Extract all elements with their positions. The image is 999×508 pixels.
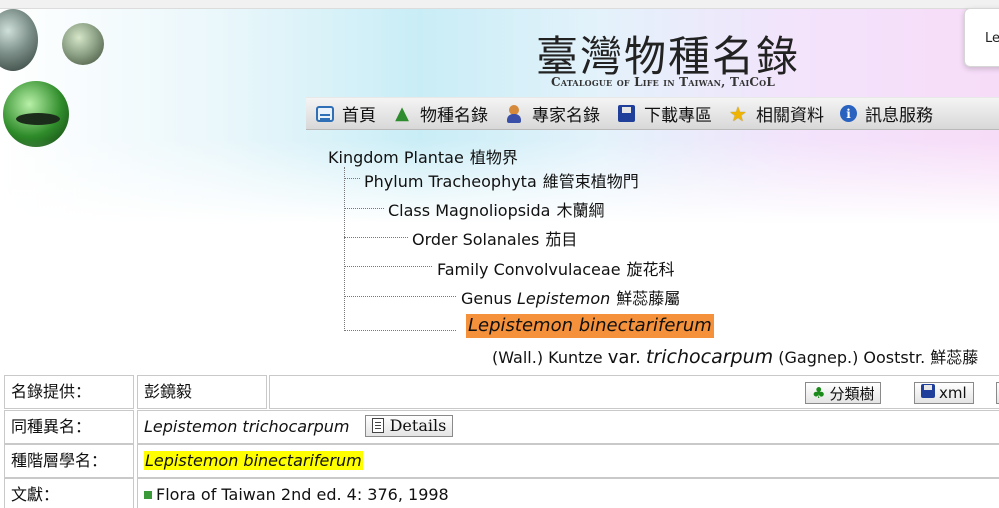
info-icon: i xyxy=(840,105,857,122)
nav-item-label: 相關資料 xyxy=(756,106,824,126)
nav-item-label: 訊息服務 xyxy=(865,106,933,126)
floppy-icon xyxy=(921,384,935,398)
nav-item-species[interactable]: ▲ 物種名錄 xyxy=(392,101,488,126)
tree-icon: ▲ xyxy=(395,102,409,124)
synonym-cell: Lepistemon trichocarpum Details xyxy=(137,410,999,444)
infraspecific-cell: Lepistemon binectariferum xyxy=(137,444,999,478)
taxon-name: Plantae xyxy=(403,148,464,167)
tree-node-kingdom[interactable]: Kingdom Plantae 植物界 xyxy=(328,144,518,168)
nav-item-info[interactable]: i 訊息服務 xyxy=(840,101,933,126)
literature-reference[interactable]: Flora of Taiwan 2nd ed. 4: 376, 1998 xyxy=(156,485,449,504)
classification-tree-button[interactable]: ♣ 分類樹 xyxy=(805,382,882,404)
star-icon: ★ xyxy=(729,101,747,126)
rank-label: Order xyxy=(412,230,458,249)
synonym-name[interactable]: Lepistemon trichocarpum xyxy=(144,417,350,436)
globe-image xyxy=(62,23,104,65)
nav-item-experts[interactable]: 專家名錄 xyxy=(504,101,600,126)
floppy-icon-wrap xyxy=(616,104,636,124)
taxon-zh: 維管束植物門 xyxy=(542,172,639,191)
variety-marker: var. xyxy=(607,347,641,368)
tree-connector xyxy=(344,237,408,238)
person-icon xyxy=(506,104,522,123)
floppy-icon xyxy=(617,105,635,122)
taxon-name: Magnoliopsida xyxy=(435,201,551,220)
main-nav: 首頁 ▲ 物種名錄 專家名錄 下載專區 ★ 相關資料 i 訊息服務 xyxy=(306,97,999,130)
rank-label: Class xyxy=(388,201,431,220)
table-row: 名錄提供： 彭鏡毅 ♣ 分類樹 xml xyxy=(4,375,999,409)
browser-tab-strip xyxy=(0,0,999,9)
literature-cell: Flora of Taiwan 2nd ed. 4: 376, 1998 xyxy=(137,478,999,508)
nav-item-related[interactable]: ★ 相關資料 xyxy=(728,101,824,127)
table-row: 同種異名： Lepistemon trichocarpum Details xyxy=(4,410,999,444)
globe-image xyxy=(0,9,38,71)
home-icon xyxy=(316,105,334,122)
tree-connector xyxy=(344,296,456,297)
button-label: xml xyxy=(939,384,967,402)
tree-node-genus[interactable]: Genus Lepistemon 鮮蕊藤屬 xyxy=(461,285,680,309)
nav-item-label: 專家名錄 xyxy=(532,106,600,126)
table-row: 種階層學名： Lepistemon binectariferum xyxy=(4,444,999,478)
app-root: 臺灣物種名錄 Catalogue of Life in Taiwan, TaiC… xyxy=(0,0,999,508)
browser-popup[interactable]: Le xyxy=(964,8,999,67)
variety-zh: 鮮蕊藤 xyxy=(930,348,979,367)
taxon-zh: 旋花科 xyxy=(626,260,675,279)
rank-label: Family xyxy=(437,260,489,279)
species-author: (Wall.) Kuntze xyxy=(492,348,603,367)
taxon-zh: 鮮蕊藤屬 xyxy=(616,289,681,308)
provider-label: 名錄提供： xyxy=(4,375,134,409)
infraspecific-name: Lepistemon binectariferum xyxy=(144,451,363,470)
taxon-name: Lepistemon xyxy=(516,289,611,308)
rank-label: Kingdom xyxy=(328,148,399,167)
taxon-zh: 茄目 xyxy=(545,230,578,249)
tree-node-phylum[interactable]: Phylum Tracheophyta 維管束植物門 xyxy=(364,168,639,192)
nav-item-label: 下載專區 xyxy=(644,106,712,126)
literature-label: 文獻： xyxy=(4,478,134,508)
infraspecific-label: 種階層學名： xyxy=(4,444,134,478)
taxon-zh: 植物界 xyxy=(469,148,518,167)
club-icon: ♣ xyxy=(812,384,826,402)
variety-author: (Gagnep.) Ooststr. xyxy=(778,348,926,367)
tree-node-order[interactable]: Order Solanales 茄目 xyxy=(412,226,577,250)
taxon-zh: 木蘭綱 xyxy=(556,201,605,220)
synonym-label: 同種異名： xyxy=(4,410,134,444)
bullet-icon xyxy=(144,491,152,499)
person-icon-wrap xyxy=(504,104,524,124)
xml-button[interactable]: xml xyxy=(914,382,974,404)
variety-epithet: trichocarpum xyxy=(645,346,774,368)
document-icon xyxy=(371,418,384,433)
provider-actions: ♣ 分類樹 xml xyxy=(269,375,999,409)
popup-text: Le xyxy=(985,31,999,46)
nav-item-download[interactable]: 下載專區 xyxy=(616,101,712,126)
nav-item-label: 物種名錄 xyxy=(420,106,488,126)
button-label: Details xyxy=(389,415,447,435)
taxon-name: Tracheophyta xyxy=(428,172,537,191)
button-label: 分類樹 xyxy=(829,384,875,403)
details-button[interactable]: Details xyxy=(364,414,454,437)
current-species[interactable]: Lepistemon binectariferum xyxy=(466,314,714,338)
tree-connector xyxy=(344,330,456,331)
tree-node-family[interactable]: Family Convolvulaceae 旋花科 xyxy=(437,256,675,280)
tree-node-class[interactable]: Class Magnoliopsida 木蘭綱 xyxy=(388,197,604,221)
tree-connector xyxy=(344,266,432,267)
site-subtitle: Catalogue of Life in Taiwan, TaiCoL xyxy=(551,75,775,89)
insect-image xyxy=(16,113,60,125)
nav-item-home[interactable]: 首頁 xyxy=(316,101,376,126)
taxon-name: Solanales xyxy=(462,230,540,249)
floppy-icon-wrap xyxy=(921,384,935,402)
table-row: 文獻： Flora of Taiwan 2nd ed. 4: 376, 1998 xyxy=(4,478,999,508)
nav-item-label: 首頁 xyxy=(342,106,376,126)
rank-label: Phylum xyxy=(364,172,424,191)
provider-value[interactable]: 彭鏡毅 xyxy=(137,375,267,409)
species-authority-line: (Wall.) Kuntze var. trichocarpum (Gagnep… xyxy=(492,344,978,368)
rank-label: Genus xyxy=(461,289,512,308)
taxon-name: Convolvulaceae xyxy=(493,260,621,279)
